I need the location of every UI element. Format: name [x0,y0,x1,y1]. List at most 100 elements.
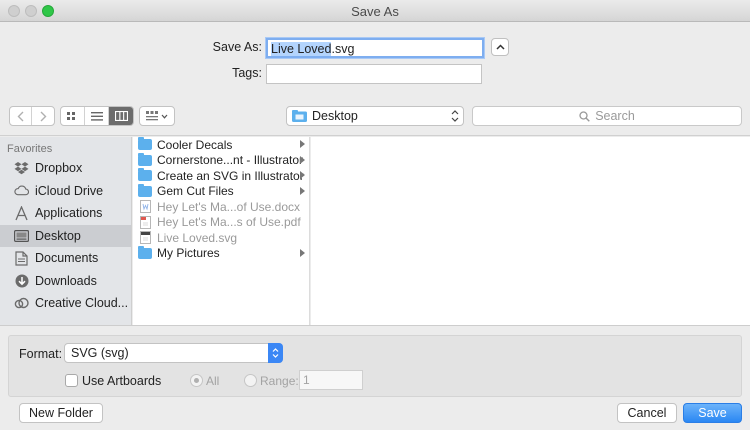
sidebar-item-label: Creative Cloud... [35,296,129,311]
sidebar-item-label: Desktop [35,228,81,243]
disclosure-arrow-icon [300,140,305,148]
filename-area: Save As: Live Loved.svg Tags: [0,22,750,96]
dropbox-icon [14,161,29,176]
filename-selected-text: Live Loved [271,42,332,56]
file-name: Live Loved.svg [157,230,238,245]
sidebar-item-downloads[interactable]: Downloads [0,270,131,293]
file-name: Hey Let's Ma...s of Use.pdf [157,215,301,230]
sidebar: Favorites Dropbox iCloud Drive Applicati… [0,137,132,325]
applications-icon [14,205,29,221]
window-title: Save As [351,4,399,19]
file-row-pdf: Hey Let's Ma...s of Use.pdf [133,215,309,231]
all-radio[interactable] [190,374,203,387]
arrange-menu-button[interactable] [139,106,175,126]
word-document-icon [140,200,151,214]
sidebar-item-label: Downloads [35,273,97,288]
folder-icon [138,245,152,259]
file-row-my-pictures[interactable]: My Pictures [133,245,309,262]
pdf-document-icon [140,215,151,229]
back-button[interactable] [10,107,32,125]
sidebar-item-label: iCloud Drive [35,183,104,198]
disclosure-arrow-icon [300,155,305,164]
collapse-dialog-button[interactable] [491,38,509,56]
sidebar-item-creative-cloud[interactable]: Creative Cloud... [0,292,131,315]
sidebar-item-label: Dropbox [35,161,83,176]
location-label: Desktop [312,109,358,123]
save-button[interactable]: Save [683,403,742,423]
sidebar-item-desktop[interactable]: Desktop [0,224,131,247]
sidebar-item-icloud-drive[interactable]: iCloud Drive [0,180,131,203]
file-row-create-svg[interactable]: Create an SVG in Illustrator [133,168,309,184]
view-mode-control [60,106,134,126]
file-name: Gem Cut Files [157,184,234,199]
file-row-gem-cut-files[interactable]: Gem Cut Files [133,183,309,200]
file-row-cooler-decals[interactable]: Cooler Decals [133,137,309,153]
disclosure-arrow-icon [300,186,305,195]
downloads-icon [14,273,29,288]
folder-icon [138,183,152,197]
location-popup[interactable]: Desktop [286,106,464,126]
sidebar-item-applications[interactable]: Applications [0,202,131,225]
title-bar: Save As [0,0,750,22]
cancel-button[interactable]: Cancel [617,403,677,423]
use-artboards-checkbox[interactable] [65,374,78,387]
format-selected-value: SVG (svg) [71,346,129,360]
icon-view-button[interactable] [61,107,85,125]
tags-input[interactable] [266,64,482,84]
column-view-button[interactable] [109,107,133,125]
format-options-panel: Format: SVG (svg) Use Artboards All Rang… [8,335,742,397]
up-down-chevron-icon [451,110,459,122]
chevron-down-icon [161,114,168,119]
search-field[interactable]: Search [472,106,742,126]
filename-input[interactable]: Live Loved.svg [266,38,484,58]
sidebar-header-favorites: Favorites [7,143,53,155]
columns-icon [114,111,128,121]
folder-icon [138,137,152,151]
file-row-cornerstone[interactable]: Cornerstone...nt - Illustrator [133,152,309,169]
arrange-icon [146,111,158,121]
desktop-folder-icon [292,110,307,122]
sidebar-item-label: Applications [35,206,103,221]
list-view-button[interactable] [85,107,109,125]
select-stepper [268,343,283,363]
filename-extension: .svg [331,42,355,56]
forward-button[interactable] [32,107,54,125]
list-icon [90,111,103,121]
use-artboards-label: Use Artboards [82,374,162,388]
format-select[interactable]: SVG (svg) [64,343,283,363]
file-name: My Pictures [157,246,220,261]
bottom-bar: Format: SVG (svg) Use Artboards All Rang… [0,325,750,430]
new-folder-button[interactable]: New Folder [19,403,103,423]
file-column: Cooler Decals Cornerstone...nt - Illustr… [133,137,310,325]
save-as-label: Save As: [212,40,262,54]
folder-icon [138,152,152,166]
search-placeholder: Search [595,109,635,123]
cloud-icon [14,183,29,198]
grid-icon [67,111,75,120]
folder-icon [138,168,152,182]
history-navigation [9,106,55,126]
documents-icon [14,251,29,266]
file-name: Cornerstone...nt - Illustrator [157,153,304,168]
disclosure-arrow-icon [300,248,305,257]
file-name: Cooler Decals [157,137,233,152]
format-label: Format: [19,347,63,361]
file-name: Hey Let's Ma...of Use.docx [157,199,301,214]
tags-label: Tags: [232,66,262,80]
up-down-chevron-icon [272,348,279,358]
range-input[interactable]: 1 [299,370,363,390]
range-radio[interactable] [244,374,257,387]
file-row-docx: Hey Let's Ma...of Use.docx [133,199,309,215]
disclosure-arrow-icon [300,171,305,179]
browser-toolbar: Desktop Search [0,96,750,136]
file-row-svg: Live Loved.svg [133,230,309,246]
sidebar-item-documents[interactable]: Documents [0,247,131,270]
sidebar-item-label: Documents [35,251,99,266]
file-name: Create an SVG in Illustrator [157,168,304,183]
svg-document-icon [140,231,151,245]
empty-column[interactable] [311,137,750,325]
chevron-up-icon [495,44,505,50]
chevron-left-icon [17,111,24,121]
sidebar-item-dropbox[interactable]: Dropbox [0,157,131,180]
search-icon [579,110,590,122]
